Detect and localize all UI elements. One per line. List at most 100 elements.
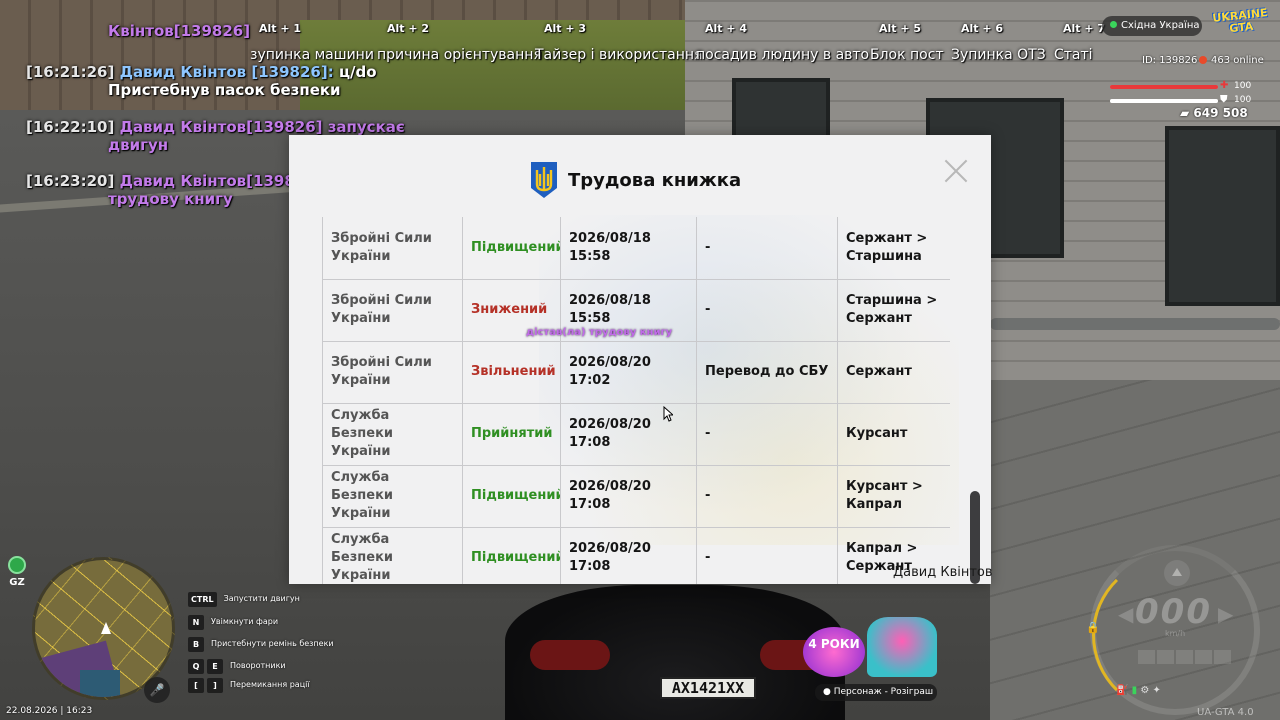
work-book-table[interactable]: Збройні Сили України Підвищений 2026/08/18… xyxy=(322,217,950,584)
player-arrow-icon xyxy=(101,622,111,634)
key-hint-label: Пристебнути ремінь безпеки xyxy=(211,639,334,648)
microphone-icon[interactable]: 🎤 xyxy=(144,677,170,703)
promo-banner[interactable]: 4 РОКИ xyxy=(803,617,939,685)
promo-badge: 4 РОКИ xyxy=(803,627,865,677)
chat-sender: Давид Квінтов [139826]: xyxy=(119,63,334,81)
battery-icon: ▮ xyxy=(1131,685,1138,696)
region-name: Східна Україна xyxy=(1121,20,1200,31)
reason-cell: - xyxy=(696,217,838,280)
lock-icon: 🔒 xyxy=(1086,621,1100,634)
fuel-icon: ⛽ xyxy=(1116,685,1129,696)
health-fill xyxy=(1110,85,1218,89)
key-hint-label: Поворотники xyxy=(230,661,286,670)
speedometer: ◀ ▶ 000 km/h 🔒 ⛽ ▮ ⚙ ✦ xyxy=(1086,545,1270,715)
arrow-up-icon xyxy=(1164,560,1190,586)
mouse-cursor-icon xyxy=(663,406,673,422)
hotkey-key: Alt + 1 xyxy=(259,22,302,35)
close-button[interactable] xyxy=(944,159,968,183)
promo-dot-icon: ● xyxy=(823,687,831,697)
vehicle-status-icons: ⛽ ▮ ⚙ ✦ xyxy=(1116,685,1161,696)
building-window xyxy=(1165,126,1280,306)
date-cell: 2026/08/18 15:58 xyxy=(560,217,697,280)
key-cap: B xyxy=(188,637,204,652)
status-cell: Підвищений xyxy=(462,217,561,280)
hotkey-label: Тайзер і використання xyxy=(535,47,703,63)
shield-icon: ⛊ xyxy=(1220,94,1228,105)
minimap-zone xyxy=(80,670,120,697)
chat-line: трудову книгу xyxy=(108,190,233,208)
speed-unit: km/h xyxy=(1165,629,1186,638)
gear-indicator xyxy=(1138,649,1233,668)
hotkey-label: Зупинка ОТЗ xyxy=(951,47,1046,63)
chat-line: [16:21:26] Давид Квінтов [139826]: ц/do xyxy=(26,63,377,81)
chat-line: Квінтов[139826] xyxy=(108,22,251,40)
promo-caption-text: Персонаж - Розіграш xyxy=(833,687,934,697)
table-row: Збройні Сили України Звільнений 2026/08/20… xyxy=(322,340,950,404)
health-track xyxy=(1110,85,1218,89)
gear-box xyxy=(1176,650,1193,664)
trident-icon xyxy=(531,162,557,198)
health-value: 100 xyxy=(1234,81,1252,91)
online-text: 463 online xyxy=(1211,55,1264,66)
employer-cell: Збройні Сили України xyxy=(322,217,463,280)
background-pipe xyxy=(990,318,1280,330)
employer-cell: Служба Безпеки України xyxy=(322,402,463,466)
work-book-dialog: Трудова книжка Збройні Сили України Підви… xyxy=(289,135,991,584)
rank-cell: Курсант xyxy=(837,402,950,466)
chat-line: двигун xyxy=(108,136,169,154)
building-window xyxy=(732,78,830,140)
server-logo: UKRAINE GTA xyxy=(1211,6,1272,43)
green-zone-icon xyxy=(8,556,26,574)
key-cap: E xyxy=(207,659,223,674)
hotkey-key: Alt + 3 xyxy=(544,22,587,35)
chat-line: Пристебнув пасок безпеки xyxy=(108,81,341,99)
reason-cell: - xyxy=(696,278,838,342)
action-3d-text: дістав(ла) трудову книгу xyxy=(526,327,673,338)
game-version: UA-GTA 4.0 xyxy=(1197,707,1254,718)
online-count: 463 online xyxy=(1199,55,1264,66)
date-cell: 2026/08/20 17:08 xyxy=(560,526,697,584)
date-cell: 2026/08/20 17:02 xyxy=(560,340,697,404)
car-headlight xyxy=(530,640,610,670)
money-icon: ▰ xyxy=(1180,106,1190,120)
health-bar: ✚ 100 xyxy=(1110,80,1252,94)
money-display: ▰ 649 508 xyxy=(1180,106,1248,120)
speed-value: 000 xyxy=(1135,592,1212,632)
table-row: Служба Безпеки України Підвищений 2026/08/… xyxy=(322,464,950,528)
status-cell: Звільнений xyxy=(462,340,561,404)
gear-box xyxy=(1195,650,1212,664)
rank-cell: Старшина > Сержант xyxy=(837,278,950,342)
key-cap: Q xyxy=(188,659,204,674)
arrow-left-icon: ◀ xyxy=(1118,602,1134,626)
employer-cell: Збройні Сили України xyxy=(322,278,463,342)
key-hint-label: Запустити двигун xyxy=(223,594,300,603)
key-hint: [] Перемикання рації xyxy=(188,673,310,693)
hotkey-label: Блок пост xyxy=(870,47,944,63)
chat-message: Давид Квінтов[139826] запускає xyxy=(119,118,405,136)
license-plate: AX1421XX xyxy=(660,677,756,699)
table-scrollbar[interactable] xyxy=(970,217,980,584)
table-row: Збройні Сили України Підвищений 2026/08/18… xyxy=(322,217,950,280)
promo-caption[interactable]: ● Персонаж - Розіграш xyxy=(815,684,937,701)
reason-cell: - xyxy=(696,526,838,584)
rank-cell: Сержант > Старшина xyxy=(837,217,950,280)
gear-box xyxy=(1138,650,1155,664)
chat-timestamp: [16:22:10] xyxy=(26,118,115,136)
wrench-icon: ✦ xyxy=(1152,685,1161,696)
reason-cell: - xyxy=(696,464,838,528)
date-cell: 2026/08/20 17:08 xyxy=(560,464,697,528)
dialog-header: Трудова книжка xyxy=(289,135,991,217)
arrow-right-icon: ▶ xyxy=(1218,602,1234,626)
key-hint-label: Перемикання рації xyxy=(230,680,310,689)
status-cell: Підвищений xyxy=(462,526,561,584)
chat-line: [16:22:10] Давид Квінтов[139826] запуска… xyxy=(26,118,405,136)
hotkey-key: Alt + 2 xyxy=(387,22,430,35)
gear-box xyxy=(1214,650,1231,664)
rank-cell: Сержант xyxy=(837,340,950,404)
green-zone-label: GZ xyxy=(9,577,25,588)
key-hint-label: Увімкнути фари xyxy=(211,617,279,626)
player-nametag: Давид Квінтов xyxy=(893,565,993,580)
chat-message: ц/do xyxy=(338,63,377,81)
player-id: ID: 139826 xyxy=(1142,55,1198,66)
hotkey-label: зупинка машини xyxy=(250,47,374,63)
